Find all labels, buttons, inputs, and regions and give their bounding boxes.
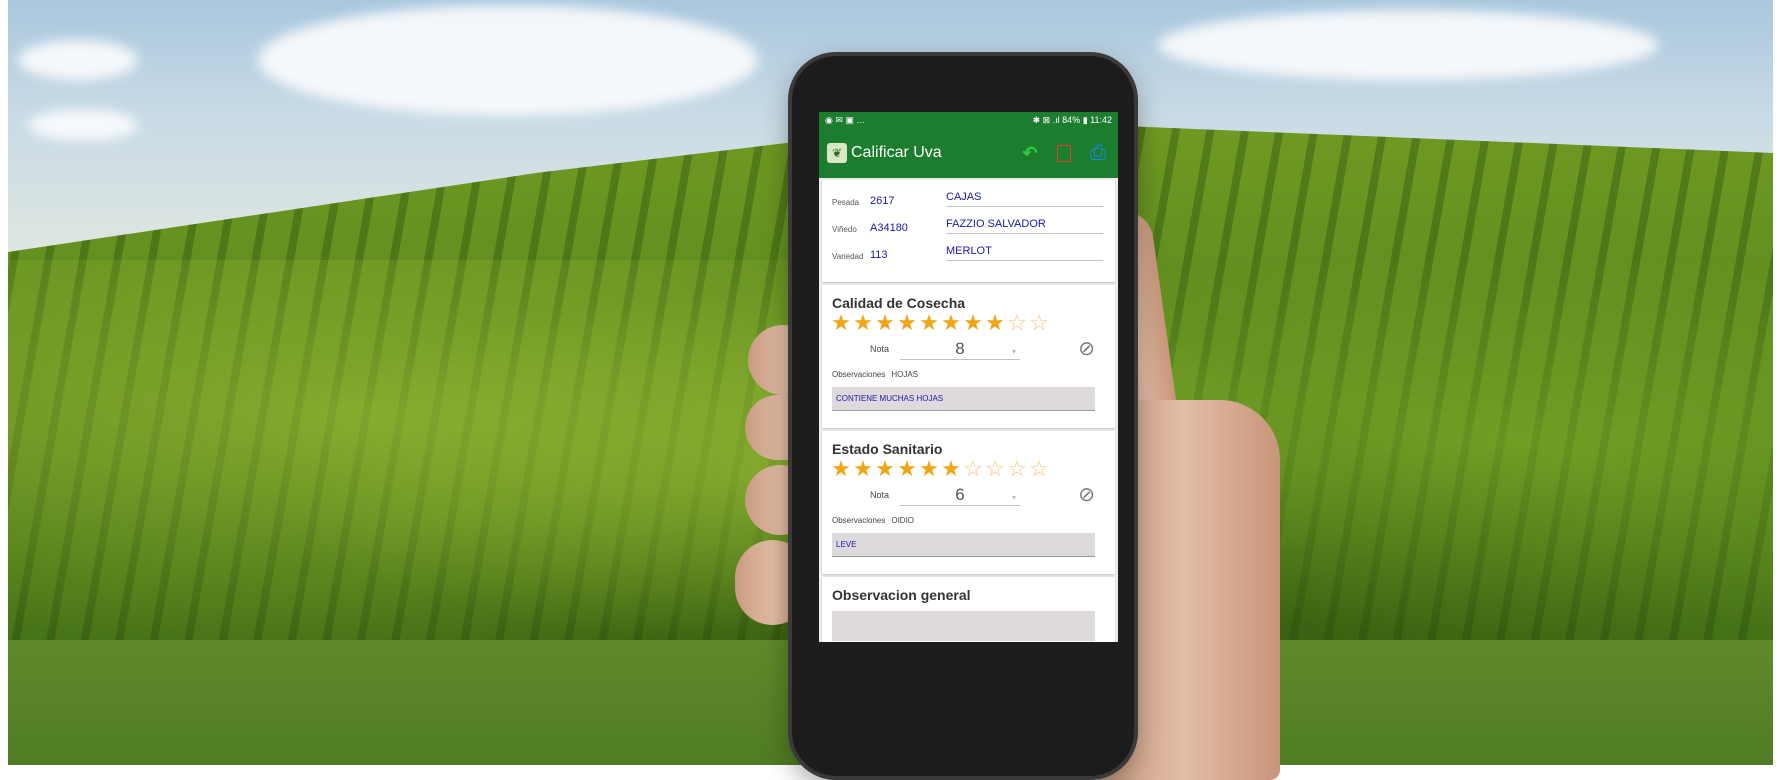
star-filled-icon[interactable]: ★	[940, 458, 962, 480]
nota-label: Nota	[870, 344, 890, 354]
vinedo-detail: FAZZIO SALVADOR	[946, 218, 1103, 234]
app-screen: ◉ ✉ ▣ … ✱ ⊠ .ıl 84% ▮ 11:42 ❦ Calificar …	[819, 112, 1118, 642]
pdf-icon	[1057, 144, 1071, 162]
calidad-card: Calidad de Cosecha ★ ★ ★ ★ ★ ★ ★ ★ ☆ ☆ Nota 8 ▾ ⊘ …	[822, 285, 1115, 428]
variedad-label: Variedad	[832, 252, 864, 261]
vinedo-label: Viñedo	[832, 225, 857, 234]
star-empty-icon[interactable]: ☆	[984, 458, 1006, 480]
sanitario-title: Estado Sanitario	[832, 441, 943, 457]
star-filled-icon[interactable]: ★	[852, 458, 874, 480]
obs-value: HOJAS	[891, 370, 919, 379]
star-empty-icon[interactable]: ☆	[962, 458, 984, 480]
print-button[interactable]: ⎙	[1086, 141, 1110, 165]
calidad-nota-row: Nota 8 ▾ ⊘	[822, 334, 1115, 364]
variedad-value: 113	[870, 249, 888, 261]
calidad-nota-select[interactable]: 8 ▾	[900, 339, 1020, 360]
nota-value: 6	[955, 484, 965, 504]
sanitario-nota-row: Nota 6 ▾ ⊘	[822, 480, 1115, 510]
undo-button[interactable]: ↶	[1018, 141, 1042, 165]
info-row: Viñedo A34180 FAZZIO SALVADOR	[822, 207, 1115, 234]
star-empty-icon[interactable]: ☆	[1028, 312, 1050, 334]
sanitario-obs-row: Observaciones OIDIO	[822, 510, 1115, 525]
status-bar: ◉ ✉ ▣ … ✱ ⊠ .ıl 84% ▮ 11:42	[819, 112, 1118, 128]
general-title: Observacion general	[832, 587, 971, 603]
sanitario-obs-input[interactable]: LEVE	[832, 533, 1095, 557]
undo-icon: ↶	[1022, 142, 1038, 163]
camera-off-icon[interactable]: ⊘	[1078, 482, 1095, 507]
grape-logo-icon: ❦	[827, 143, 847, 163]
obs-label: Observaciones	[832, 516, 886, 525]
star-filled-icon[interactable]: ★	[918, 458, 940, 480]
cloud	[258, 5, 758, 115]
info-row: Pesada 2617 CAJAS	[822, 180, 1115, 207]
star-empty-icon[interactable]: ☆	[1006, 458, 1028, 480]
calidad-obs-input[interactable]: CONTIENE MUCHAS HOJAS	[832, 387, 1095, 411]
star-filled-icon[interactable]: ★	[984, 312, 1006, 334]
pesada-detail: CAJAS	[946, 191, 1103, 207]
star-filled-icon[interactable]: ★	[874, 458, 896, 480]
camera-off-icon[interactable]: ⊘	[1078, 336, 1095, 361]
star-filled-icon[interactable]: ★	[896, 458, 918, 480]
sanitario-nota-select[interactable]: 6 ▾	[900, 485, 1020, 506]
calidad-star-rating[interactable]: ★ ★ ★ ★ ★ ★ ★ ★ ☆ ☆	[822, 312, 1115, 334]
chevron-down-icon: ▾	[1011, 492, 1016, 502]
variedad-detail: MERLOT	[946, 245, 1103, 261]
status-left: ◉ ✉ ▣ …	[825, 114, 866, 125]
star-filled-icon[interactable]: ★	[962, 312, 984, 334]
obs-value: OIDIO	[891, 516, 915, 525]
star-filled-icon[interactable]: ★	[918, 312, 940, 334]
print-icon: ⎙	[1090, 141, 1106, 164]
calidad-obs-row: Observaciones HOJAS	[822, 364, 1115, 379]
sanitario-card: Estado Sanitario ★ ★ ★ ★ ★ ★ ☆ ☆ ☆ ☆ Nota 6 ▾ ⊘ Ob…	[822, 431, 1115, 574]
info-row: Variedad 113 MERLOT	[822, 234, 1115, 261]
obs-label: Observaciones	[832, 370, 886, 379]
star-filled-icon[interactable]: ★	[830, 312, 852, 334]
cloud	[1158, 10, 1658, 80]
status-right: ✱ ⊠ .ıl 84% ▮ 11:42	[1032, 114, 1112, 125]
star-empty-icon[interactable]: ☆	[1028, 458, 1050, 480]
star-filled-icon[interactable]: ★	[830, 458, 852, 480]
cloud	[28, 110, 138, 140]
pdf-button[interactable]	[1052, 141, 1076, 165]
nota-label: Nota	[870, 490, 890, 500]
info-card: Pesada 2617 CAJAS Viñedo A34180 FAZZIO S…	[822, 180, 1115, 282]
pesada-label: Pesada	[832, 198, 860, 207]
star-filled-icon[interactable]: ★	[896, 312, 918, 334]
sanitario-star-rating[interactable]: ★ ★ ★ ★ ★ ★ ☆ ☆ ☆ ☆	[822, 458, 1115, 480]
star-filled-icon[interactable]: ★	[874, 312, 896, 334]
cloud	[18, 40, 138, 80]
vinedo-value: A34180	[870, 222, 908, 234]
nota-value: 8	[955, 338, 965, 358]
pesada-value: 2617	[870, 195, 895, 207]
app-title: Calificar Uva	[851, 144, 942, 161]
star-filled-icon[interactable]: ★	[940, 312, 962, 334]
star-filled-icon[interactable]: ★	[852, 312, 874, 334]
general-obs-input[interactable]	[832, 611, 1095, 641]
general-card: Observacion general	[822, 577, 1115, 642]
star-empty-icon[interactable]: ☆	[1006, 312, 1028, 334]
chevron-down-icon: ▾	[1011, 346, 1016, 356]
calidad-title: Calidad de Cosecha	[832, 295, 966, 311]
app-bar: ❦ Calificar Uva ↶ ⎙	[819, 128, 1118, 178]
